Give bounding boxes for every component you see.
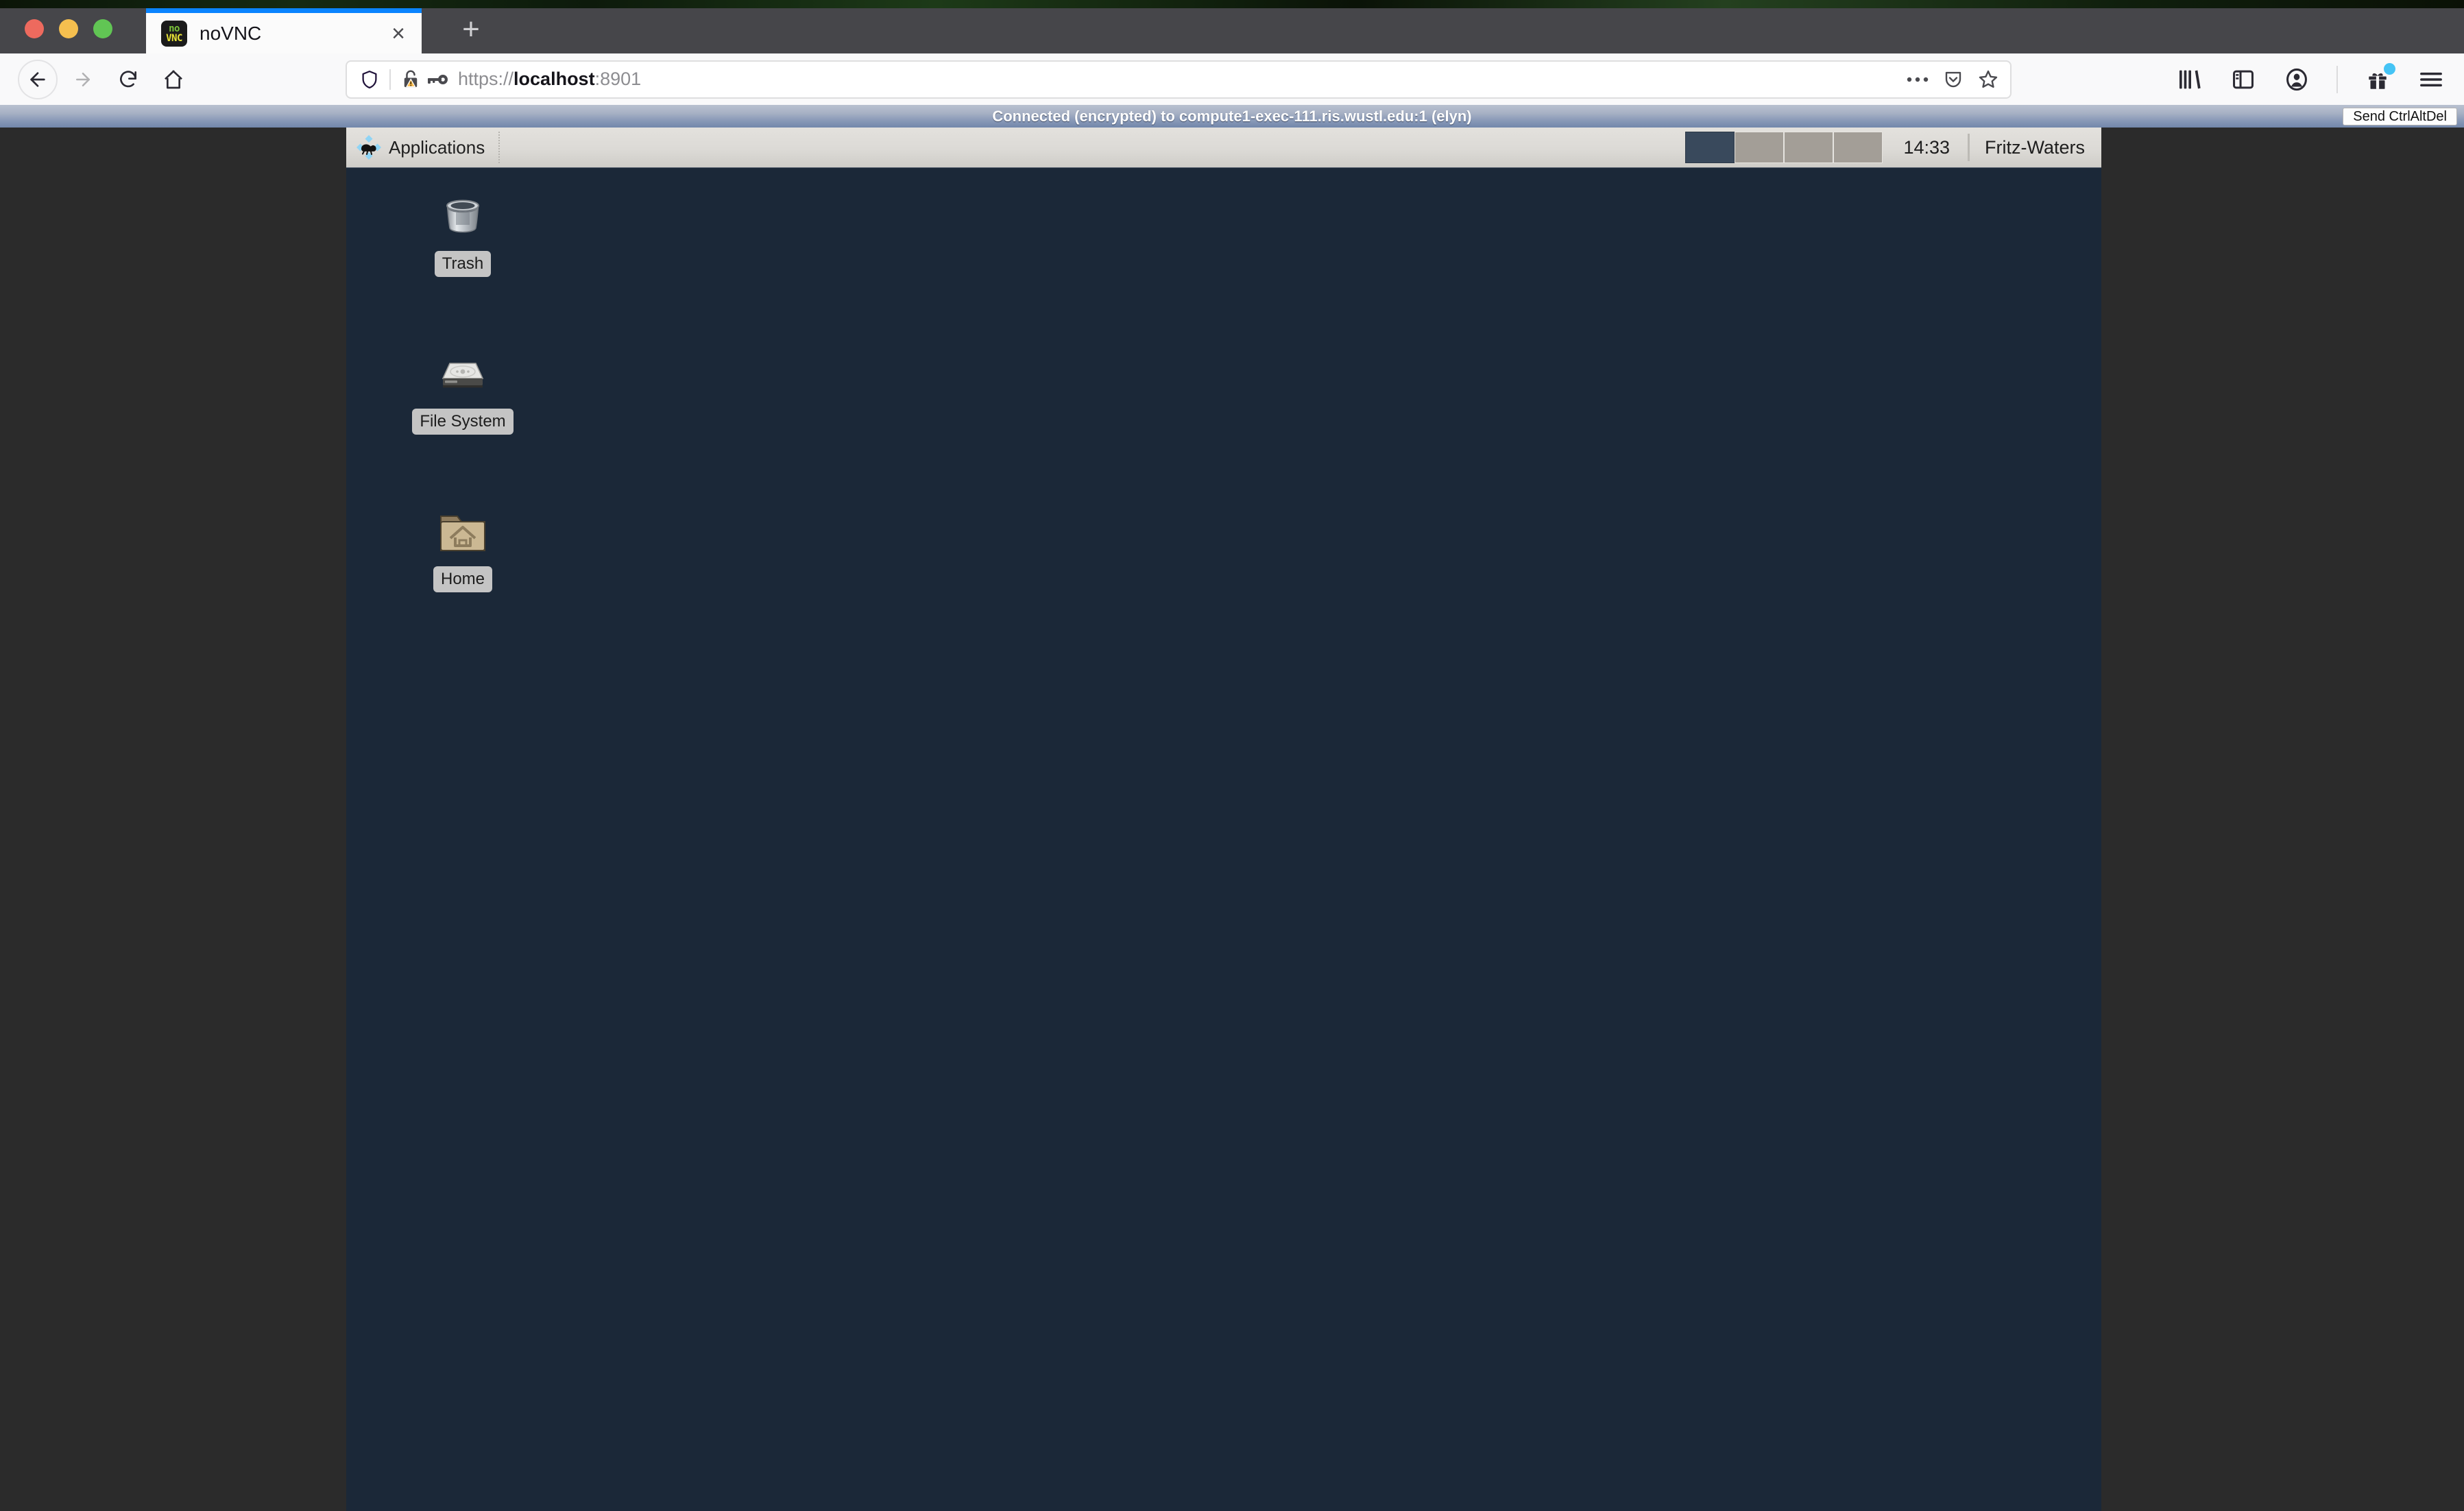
novnc-status-text: Connected (encrypted) to compute1-exec-1… bbox=[992, 107, 1472, 125]
workspace-2[interactable] bbox=[1735, 132, 1785, 163]
user-menu-button[interactable]: Fritz-Waters bbox=[1970, 128, 2101, 167]
desktop-icon-label: File System bbox=[412, 409, 514, 435]
desktop-icon-label: Home bbox=[433, 566, 493, 592]
url-text[interactable]: https://localhost:8901 bbox=[448, 69, 1895, 90]
shield-icon[interactable] bbox=[359, 69, 380, 90]
workspace-switcher[interactable] bbox=[1682, 128, 1885, 167]
desktop-icon-trash[interactable]: Trash bbox=[404, 189, 521, 277]
ellipsis-icon[interactable] bbox=[1906, 75, 1929, 84]
navigation-toolbar: https://localhost:8901 bbox=[0, 53, 2464, 105]
favicon-text-no: no bbox=[169, 23, 180, 34]
sidebar-icon[interactable] bbox=[2225, 62, 2261, 97]
browser-window: no VNC noVNC × + https://localhost:8901 … bbox=[0, 0, 2464, 1511]
forward-icon[interactable] bbox=[63, 60, 103, 99]
close-icon[interactable]: × bbox=[385, 20, 412, 47]
applications-menu-button[interactable]: Applications bbox=[346, 128, 498, 167]
tab-strip: no VNC noVNC × + bbox=[0, 0, 2464, 53]
favicon-text-vnc: VNC bbox=[166, 32, 182, 44]
app-menu-icon[interactable] bbox=[2413, 62, 2449, 97]
account-icon[interactable] bbox=[2279, 62, 2315, 97]
tab-title: noVNC bbox=[200, 22, 262, 44]
key-icon[interactable] bbox=[426, 72, 448, 87]
workspace-1[interactable] bbox=[1685, 132, 1735, 163]
xfce-mouse-icon bbox=[356, 134, 382, 160]
novnc-status-bar: Connected (encrypted) to compute1-exec-1… bbox=[0, 105, 2464, 128]
xfce-top-panel: Applications 14:33 Fritz-Waters bbox=[346, 128, 2101, 168]
toolbar-divider bbox=[2336, 65, 2338, 93]
novnc-favicon: no VNC bbox=[161, 20, 187, 47]
new-tab-button[interactable]: + bbox=[452, 11, 490, 48]
desktop-icon-home[interactable]: Home bbox=[404, 505, 521, 592]
panel-handle[interactable] bbox=[498, 132, 505, 163]
pocket-icon[interactable] bbox=[1943, 69, 1964, 90]
workspace-4[interactable] bbox=[1833, 132, 1883, 163]
lock-warning-icon[interactable] bbox=[400, 69, 421, 90]
novnc-page: Connected (encrypted) to compute1-exec-1… bbox=[0, 105, 2464, 1511]
browser-toolbar-right bbox=[2172, 62, 2449, 97]
reload-icon[interactable] bbox=[108, 60, 148, 99]
close-window-button[interactable] bbox=[25, 19, 44, 38]
gift-icon[interactable] bbox=[2360, 62, 2395, 97]
url-actions bbox=[1895, 69, 1999, 90]
tab-novnc[interactable]: no VNC noVNC × bbox=[146, 8, 422, 53]
vnc-framebuffer[interactable]: Applications 14:33 Fritz-Waters Trash Fi… bbox=[346, 128, 2101, 1511]
trash-icon bbox=[434, 189, 492, 247]
harddisk-icon bbox=[434, 347, 492, 404]
applications-label: Applications bbox=[389, 136, 485, 158]
star-icon[interactable] bbox=[1977, 69, 1999, 90]
window-controls bbox=[25, 19, 112, 38]
desktop-icon-label: Trash bbox=[434, 251, 492, 277]
home-icon[interactable] bbox=[154, 60, 193, 99]
minimize-window-button[interactable] bbox=[59, 19, 78, 38]
gift-badge bbox=[2384, 62, 2395, 75]
maximize-window-button[interactable] bbox=[93, 19, 112, 38]
panel-spacer bbox=[505, 128, 1682, 167]
home-folder-icon bbox=[434, 505, 492, 562]
workspace-3[interactable] bbox=[1784, 132, 1834, 163]
panel-clock[interactable]: 14:33 bbox=[1885, 128, 1968, 167]
library-icon[interactable] bbox=[2172, 62, 2208, 97]
back-icon[interactable] bbox=[18, 59, 58, 99]
url-divider bbox=[389, 69, 391, 90]
send-ctrl-alt-del-button[interactable]: Send CtrlAltDel bbox=[2343, 108, 2457, 125]
address-bar[interactable]: https://localhost:8901 bbox=[346, 60, 2012, 99]
desktop-icon-file-system[interactable]: File System bbox=[404, 347, 521, 435]
